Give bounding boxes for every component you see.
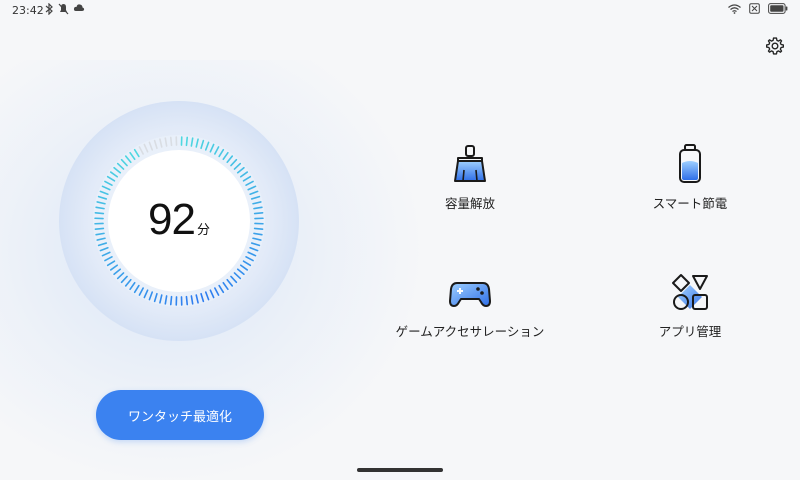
gauge-tick-filled: [186, 137, 187, 145]
feature-app-management[interactable]: アプリ管理: [590, 271, 790, 351]
gauge-tick-filled: [95, 228, 103, 229]
one-touch-optimize-button[interactable]: ワンタッチ最適化: [96, 390, 264, 440]
gauge-tick-filled: [186, 297, 187, 305]
gauge-value: 92: [148, 195, 195, 245]
feature-storage-cleanup[interactable]: 容量解放: [370, 143, 570, 223]
feature-label: ゲームアクセサレーション: [396, 321, 545, 340]
gauge-tick-empty: [171, 137, 172, 145]
gauge-tick-filled: [255, 228, 263, 229]
home-indicator[interactable]: [357, 468, 443, 472]
feature-label: アプリ管理: [659, 321, 722, 340]
battery-icon: [768, 3, 788, 14]
cloud-icon: [73, 3, 85, 13]
app-shapes-icon: [669, 271, 711, 313]
status-bar: 23:42: [0, 0, 800, 20]
mute-icon: [58, 3, 69, 15]
bluetooth-icon: [44, 3, 54, 15]
status-time: 23:42: [12, 4, 44, 17]
gauge-unit: 分: [197, 219, 210, 238]
broom-icon: [449, 143, 491, 185]
gauge-tick-filled: [255, 213, 263, 214]
gauge-readout: 92 分: [109, 150, 249, 290]
gauge-tick-filled: [171, 297, 172, 305]
wifi-icon: [728, 4, 741, 14]
gauge-tick-filled: [95, 213, 103, 214]
sim-off-icon: [749, 3, 760, 14]
battery-saver-icon: [669, 143, 711, 185]
feature-smart-power-saving[interactable]: スマート節電: [590, 143, 790, 223]
gear-icon[interactable]: [765, 36, 785, 56]
feature-game-acceleration[interactable]: ゲームアクセサレーション: [370, 271, 570, 351]
feature-label: 容量解放: [445, 193, 495, 212]
gamepad-icon: [449, 271, 491, 313]
feature-label: スマート節電: [653, 193, 728, 212]
